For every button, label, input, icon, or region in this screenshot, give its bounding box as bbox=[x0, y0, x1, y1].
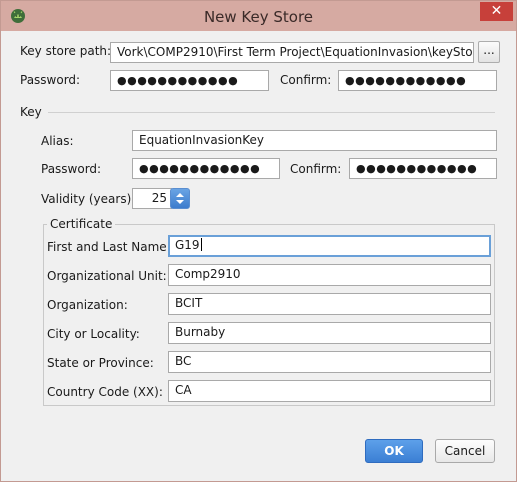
key-confirm-label: Confirm: bbox=[290, 162, 342, 176]
cert-first-last-name-input[interactable]: G19 bbox=[168, 235, 491, 257]
validity-years-input[interactable]: 25 bbox=[132, 188, 172, 209]
validity-spinner[interactable] bbox=[170, 188, 190, 209]
cert-org-unit-label: Organizational Unit: bbox=[47, 269, 167, 283]
key-store-path-label: Key store path: bbox=[20, 44, 112, 58]
keystore-confirm-label: Confirm: bbox=[280, 73, 332, 87]
dialog-content: Key store path: Vork\COMP2910\First Term… bbox=[8, 32, 510, 476]
cert-first-last-name-label: First and Last Name: bbox=[47, 240, 171, 254]
new-key-store-dialog: New Key Store ✕ Key store path: Vork\COM… bbox=[0, 0, 517, 482]
window-title: New Key Store bbox=[203, 8, 314, 26]
cert-country-code-label: Country Code (XX): bbox=[47, 385, 163, 399]
spinner-arrows-icon bbox=[176, 193, 184, 204]
key-store-path-input[interactable]: Vork\COMP2910\First Term Project\Equatio… bbox=[110, 42, 474, 63]
ok-button[interactable]: OK bbox=[365, 439, 423, 463]
keystore-password-label: Password: bbox=[20, 73, 81, 87]
cert-org-unit-input[interactable]: Comp2910 bbox=[168, 264, 491, 286]
cert-country-code-input[interactable]: CA bbox=[168, 380, 491, 402]
cert-city-input[interactable]: Burnaby bbox=[168, 322, 491, 344]
close-button[interactable]: ✕ bbox=[480, 2, 513, 21]
title-bar: New Key Store ✕ bbox=[1, 1, 516, 31]
browse-button[interactable]: ... bbox=[478, 41, 500, 63]
cert-state-input[interactable]: BC bbox=[168, 351, 491, 373]
key-password-input[interactable]: ●●●●●●●●●●●● bbox=[132, 158, 280, 179]
keystore-password-input[interactable]: ●●●●●●●●●●●● bbox=[110, 70, 269, 91]
alias-label: Alias: bbox=[41, 134, 74, 148]
text-cursor bbox=[200, 238, 202, 251]
certificate-group-title: Certificate bbox=[47, 217, 116, 231]
key-section-divider bbox=[48, 112, 495, 113]
keystore-confirm-input[interactable]: ●●●●●●●●●●●● bbox=[338, 70, 497, 91]
validity-label: Validity (years): bbox=[41, 192, 136, 206]
key-password-label: Password: bbox=[41, 162, 102, 176]
cancel-button[interactable]: Cancel bbox=[435, 439, 495, 463]
alias-input[interactable]: EquationInvasionKey bbox=[132, 130, 497, 151]
cert-organization-input[interactable]: BCIT bbox=[168, 293, 491, 315]
cert-state-label: State or Province: bbox=[47, 356, 154, 370]
cert-city-label: City or Locality: bbox=[47, 327, 140, 341]
cert-organization-label: Organization: bbox=[47, 298, 128, 312]
close-icon: ✕ bbox=[490, 3, 503, 19]
cert-first-last-name-value: G19 bbox=[175, 238, 200, 252]
key-confirm-input[interactable]: ●●●●●●●●●●●● bbox=[349, 158, 497, 179]
key-section-label: Key bbox=[20, 105, 42, 119]
